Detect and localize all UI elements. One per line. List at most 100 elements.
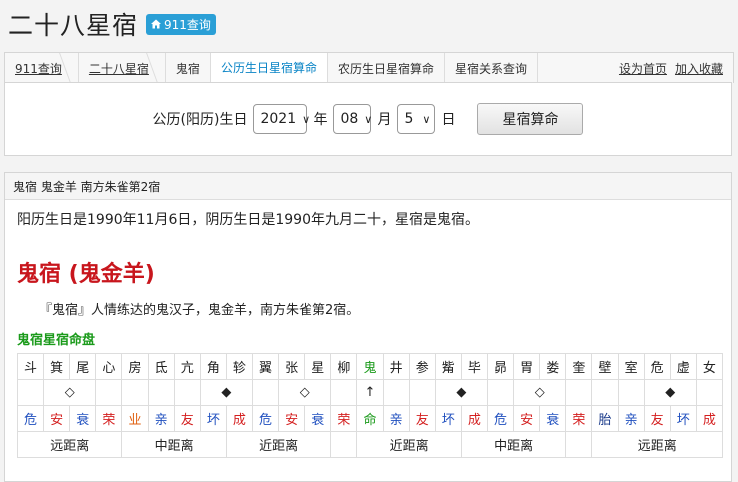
distance-cell: 近距离	[225, 431, 332, 458]
marker-empty-cell	[382, 379, 410, 406]
page-title: 二十八星宿	[8, 11, 139, 40]
marker-empty-cell	[591, 379, 619, 406]
star-cell: 亢	[173, 353, 201, 380]
star-chart-table: 斗箕尾心房氐亢角轸翼张星柳鬼井参觜毕昴胃娄奎壁室危虚女 ◇ ◆ ◇ ↑ ◆ ◇ ◆ 危安衰荣…	[16, 353, 724, 458]
nav-tab-gui[interactable]: 鬼宿	[166, 53, 211, 83]
home-badge-link[interactable]: 911查询	[146, 13, 216, 35]
nav-tab-label: 911查询	[15, 61, 62, 76]
star-cell: 毕	[460, 353, 488, 380]
relation-cell: 亲	[617, 405, 645, 432]
star-cell: 奎	[565, 353, 593, 380]
diamond-marker: ◆	[434, 379, 488, 406]
month-unit: 月	[377, 112, 392, 128]
chevron-down-icon: ∨	[364, 112, 373, 126]
star-cell: 娄	[539, 353, 567, 380]
nav-tab-relation[interactable]: 星宿关系查询	[445, 53, 538, 83]
relation-cell: 安	[513, 405, 541, 432]
marker-empty-cell	[695, 379, 724, 406]
marker-empty-cell	[565, 379, 593, 406]
distance-cell: 远距离	[591, 431, 723, 458]
add-favorite-link[interactable]: 加入收藏	[675, 60, 723, 77]
relation-cell: 友	[643, 405, 671, 432]
relation-cell: 友	[173, 405, 201, 432]
day-select[interactable]: 5 ∨	[397, 104, 436, 134]
nav-tab-label: 鬼宿	[175, 61, 200, 76]
diamond-marker: ◆	[199, 379, 253, 406]
relation-cell: 安	[43, 405, 71, 432]
marker-empty-cell	[251, 379, 280, 406]
distance-cell: 中距离	[460, 431, 567, 458]
year-unit: 年	[313, 112, 328, 128]
day-value: 5	[404, 111, 414, 127]
year-select[interactable]: 2021 ∨	[253, 104, 311, 134]
star-cell: 房	[121, 353, 149, 380]
nav-right-links: 设为首页 加入收藏	[619, 53, 733, 83]
diamond-marker: ◆	[643, 379, 697, 406]
diamond-marker: ◇	[513, 379, 567, 406]
chart-title: 鬼宿星宿命盘	[17, 333, 96, 348]
star-cell: 氐	[147, 353, 175, 380]
nav-tab-solar-birthday[interactable]: 公历生日星宿算命	[210, 53, 328, 83]
marker-empty-cell	[486, 379, 515, 406]
nav-tab-label: 二十八星宿	[88, 61, 149, 76]
relation-cell: 坏	[669, 405, 697, 432]
relation-cell: 亲	[382, 405, 410, 432]
result-description: 『鬼宿』人情练达的鬼汉子，鬼金羊，南方朱雀第2宿。	[39, 303, 360, 318]
star-cell: 壁	[591, 353, 619, 380]
month-select[interactable]: 08 ∨	[333, 104, 373, 134]
month-value: 08	[340, 111, 359, 127]
markers-row: ◇ ◆ ◇ ↑ ◆ ◇ ◆	[16, 379, 724, 406]
chevron-down-icon: ∨	[302, 112, 311, 126]
title-row: 二十八星宿 911查询	[8, 6, 216, 42]
diamond-marker: ◇	[43, 379, 97, 406]
marker-empty-cell	[173, 379, 201, 406]
relation-cell: 业	[121, 405, 149, 432]
star-cell: 角	[199, 353, 227, 380]
diamond-marker: ◇	[278, 379, 332, 406]
star-cell: 觜	[434, 353, 462, 380]
star-cell: 虚	[669, 353, 697, 380]
relation-cell: 危	[16, 405, 45, 432]
nav-tab-label: 农历生日星宿算命	[337, 61, 434, 76]
distance-cell	[330, 431, 358, 458]
set-homepage-link[interactable]: 设为首页	[619, 60, 667, 77]
star-cell: 心	[95, 353, 123, 380]
star-cell: 危	[643, 353, 671, 380]
nav-tab-28-stars[interactable]: 二十八星宿	[79, 53, 166, 83]
marker-empty-cell	[617, 379, 645, 406]
nav-tab-911[interactable]: 911查询	[5, 53, 79, 83]
distance-cell: 近距离	[356, 431, 462, 458]
relation-cell: 荣	[565, 405, 593, 432]
star-cell: 女	[695, 353, 724, 380]
star-cell: 胃	[513, 353, 541, 380]
nav-tab-lunar-birthday[interactable]: 农历生日星宿算命	[328, 53, 445, 83]
star-cell: 柳	[330, 353, 358, 380]
relation-cell: 命	[356, 405, 384, 432]
relations-row: 危安衰荣业亲友坏成危安衰荣命亲友坏成危安衰荣胎亲友坏成	[16, 405, 724, 432]
relation-cell: 亲	[147, 405, 175, 432]
marker-empty-cell	[147, 379, 175, 406]
birthday-label: 公历(阳历)生日	[152, 112, 248, 128]
star-cell: 井	[382, 353, 410, 380]
star-cell: 尾	[69, 353, 97, 380]
year-value: 2021	[260, 111, 297, 127]
distance-cell: 远距离	[16, 431, 123, 458]
submit-button[interactable]: 星宿算命	[477, 103, 584, 135]
relation-cell: 成	[460, 405, 488, 432]
relation-cell: 衰	[539, 405, 567, 432]
relation-cell: 危	[486, 405, 515, 432]
nav-bar: 911查询 二十八星宿 鬼宿 公历生日星宿算命 农历生日星宿算命 星宿关系查询 …	[4, 52, 734, 83]
marker-empty-cell	[95, 379, 123, 406]
relation-cell: 友	[408, 405, 436, 432]
distance-cell	[565, 431, 593, 458]
marker-empty-cell	[408, 379, 436, 406]
relation-cell: 危	[251, 405, 280, 432]
relation-cell: 衰	[69, 405, 97, 432]
star-cell: 星	[304, 353, 332, 380]
distance-cell: 中距离	[121, 431, 227, 458]
relation-cell: 衰	[304, 405, 332, 432]
star-cell: 参	[408, 353, 436, 380]
star-cell: 翼	[251, 353, 280, 380]
result-header: 鬼宿 鬼金羊 南方朱雀第2宿	[5, 173, 731, 200]
arrow-up-icon: ↑	[356, 379, 384, 406]
